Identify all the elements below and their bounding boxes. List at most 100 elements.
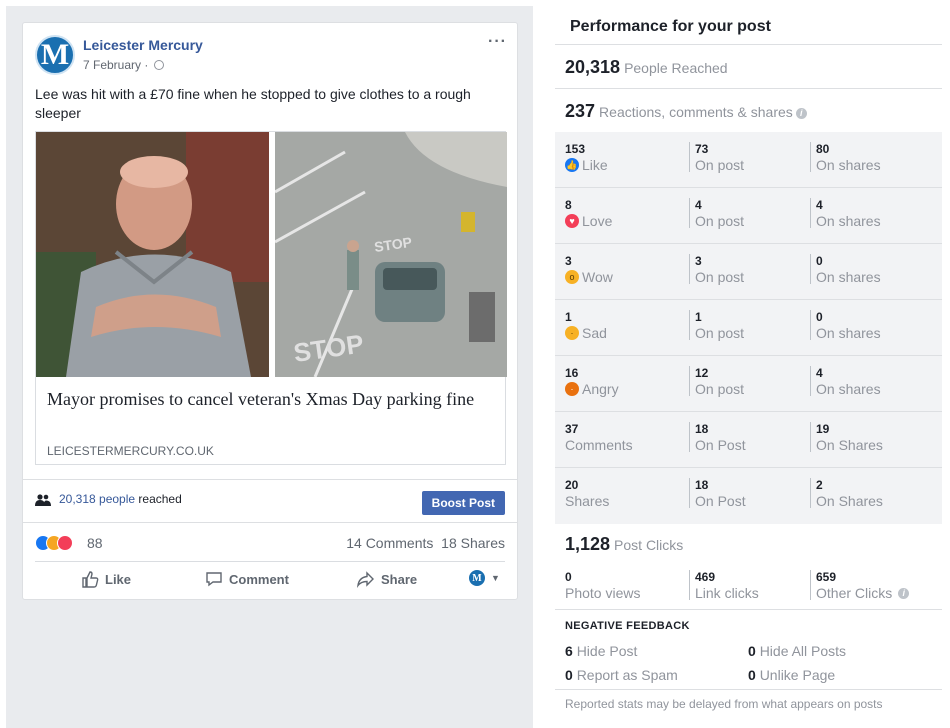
comment-share-counts: 14 Comments 18 Shares [346, 535, 505, 551]
wow-on-shares: 0 On shares [810, 254, 881, 285]
unlike-stat: 0 Unlike Page [748, 667, 835, 683]
share-button[interactable]: Share [357, 570, 417, 588]
people-reached: 20,318 People Reached [565, 57, 728, 78]
reach-row: 20,318 people reached Boost Post [23, 479, 517, 523]
other-clicks-label-text: Other Clicks [816, 585, 893, 601]
like-on-shares: 80 On shares [810, 142, 881, 173]
engagement-breakdown: 153 👍 Like 73 On post 80 On shares 8 ♥ Love 4O… [555, 132, 942, 524]
avatar-letter: M [40, 38, 70, 71]
photo-views-label: Photo views [565, 585, 641, 601]
performance-title: Performance for your post [570, 18, 771, 35]
other-clicks: 659 Other Clicks i [810, 570, 910, 602]
post-text: Lee was hit with a £70 fine when he stop… [35, 86, 471, 121]
wow-on-post-value: 3 [695, 254, 702, 268]
wow-on-post-label: On post [695, 269, 745, 285]
wow-total-label: o Wow [565, 268, 613, 286]
breakdown-row-love: 8 ♥ Love 4 On post 4 On shares [555, 188, 942, 244]
people-reached-label: People Reached [624, 60, 728, 76]
performance-panel: Performance for your post 20,318 People R… [555, 6, 942, 728]
hide-all-stat: 0 Hide All Posts [748, 643, 846, 659]
engagement-value: 237 [565, 101, 596, 121]
hide-all-label: Hide All Posts [759, 643, 847, 659]
post-date-text[interactable]: 7 February [83, 58, 141, 72]
comments-on-shares-value: 19 [816, 422, 830, 436]
shares-on-shares-value: 2 [816, 478, 823, 492]
post-clicks-section: 1,128 Post Clicks 0 Photo views 469 Link cl… [555, 524, 942, 610]
shares-count-link[interactable]: 18 Shares [441, 535, 505, 551]
reach-count-link[interactable]: 20,318 people [59, 492, 135, 506]
page-mini-avatar: M [469, 570, 485, 586]
like-label-text: Like [582, 157, 608, 173]
boost-post-button[interactable]: Boost Post [421, 491, 505, 515]
like-total-value: 153 [565, 142, 586, 156]
sad-label-text: Sad [582, 325, 607, 341]
sad-total: 1 · Sad [565, 310, 607, 342]
comments-total-value: 37 [565, 422, 579, 436]
unlike-label: Unlike Page [759, 667, 836, 683]
people-reached-row: 20,318 People Reached [555, 45, 942, 89]
page-avatar[interactable]: M [35, 35, 75, 75]
hide-all-value: 0 [748, 643, 756, 659]
love-label-text: Love [582, 213, 613, 229]
reactions-count[interactable]: 88 [87, 535, 103, 551]
love-total-value: 8 [565, 198, 572, 212]
wow-total-value: 3 [565, 254, 572, 268]
link-title[interactable]: Mayor promises to cancel veteran's Xmas … [47, 388, 497, 410]
globe-icon [153, 60, 164, 70]
angry-icon: · [565, 382, 579, 396]
page-name-link[interactable]: Leicester Mercury [83, 37, 203, 53]
comment-button[interactable]: Comment [205, 570, 289, 588]
comments-on-shares: 19 On Shares [810, 422, 883, 453]
unlike-value: 0 [748, 667, 756, 683]
negative-feedback-section: NEGATIVE FEEDBACK 6 Hide Post 0 Hide All… [555, 610, 942, 690]
post-clicks-value: 1,128 [565, 534, 611, 554]
hide-post-stat: 6 Hide Post [565, 643, 637, 659]
post-clicks: 1,128 Post Clicks [565, 534, 683, 555]
comments-on-post: 18 On Post [689, 422, 746, 453]
post-date[interactable]: 7 February · [83, 58, 164, 72]
sad-on-shares: 0 On shares [810, 310, 881, 341]
comments-total: 37 Comments [565, 422, 633, 454]
link-preview[interactable]: STOP STOP Mayor promises to cancel veter… [35, 131, 507, 465]
info-icon[interactable]: i [898, 587, 910, 599]
shares-total: 20 Shares [565, 478, 609, 510]
angry-on-shares: 4 On shares [810, 366, 881, 397]
love-on-post: 4 On post [689, 198, 744, 229]
sad-on-post: 1 On post [689, 310, 745, 341]
hide-post-value: 6 [565, 643, 573, 659]
post-as-selector[interactable]: M ▼ [469, 570, 500, 586]
love-total-label: ♥ Love [565, 212, 612, 230]
comments-count-link[interactable]: 14 Comments [346, 535, 433, 551]
shares-on-post-label: On Post [695, 493, 746, 509]
other-clicks-label: Other Clicks i [816, 584, 910, 602]
sad-on-post-label: On post [695, 325, 745, 341]
link-photo-right: STOP STOP [275, 132, 507, 377]
like-button[interactable]: Like [81, 570, 131, 588]
shares-total-label: Shares [565, 493, 610, 509]
comments-on-shares-label: On Shares [816, 437, 883, 453]
man-photo-illustration [36, 132, 269, 377]
photo-views: 0 Photo views [565, 570, 640, 602]
action-bar: Like Comment Share M ▼ [35, 561, 505, 597]
like-on-post: 73 On post [689, 142, 745, 173]
love-on-shares-value: 4 [816, 198, 823, 212]
like-on-post-value: 73 [695, 142, 709, 156]
love-on-shares: 4 On shares [810, 198, 881, 229]
wow-on-shares-value: 0 [816, 254, 823, 268]
more-options-icon[interactable]: ··· [488, 33, 507, 51]
chevron-down-icon: ▼ [491, 573, 500, 583]
comment-icon [206, 572, 222, 587]
clicks-breakdown: 0 Photo views 469 Link clicks 659 Other Cli… [555, 566, 942, 602]
like-on-post-label: On post [695, 157, 745, 173]
info-icon[interactable]: i [795, 108, 807, 119]
other-clicks-value: 659 [816, 570, 837, 584]
comments-on-post-value: 18 [695, 422, 709, 436]
angry-on-shares-value: 4 [816, 366, 823, 380]
love-reaction-icon [57, 535, 73, 551]
engagement: 237 Reactions, comments & shares i [565, 101, 807, 122]
angry-on-post-value: 12 [695, 366, 709, 380]
breakdown-row-comments: 37 Comments 18 On Post 19 On Shares [555, 412, 942, 468]
love-icon: ♥ [565, 214, 579, 228]
wow-on-post: 3 On post [689, 254, 745, 285]
angry-on-post-label: On post [695, 381, 745, 397]
